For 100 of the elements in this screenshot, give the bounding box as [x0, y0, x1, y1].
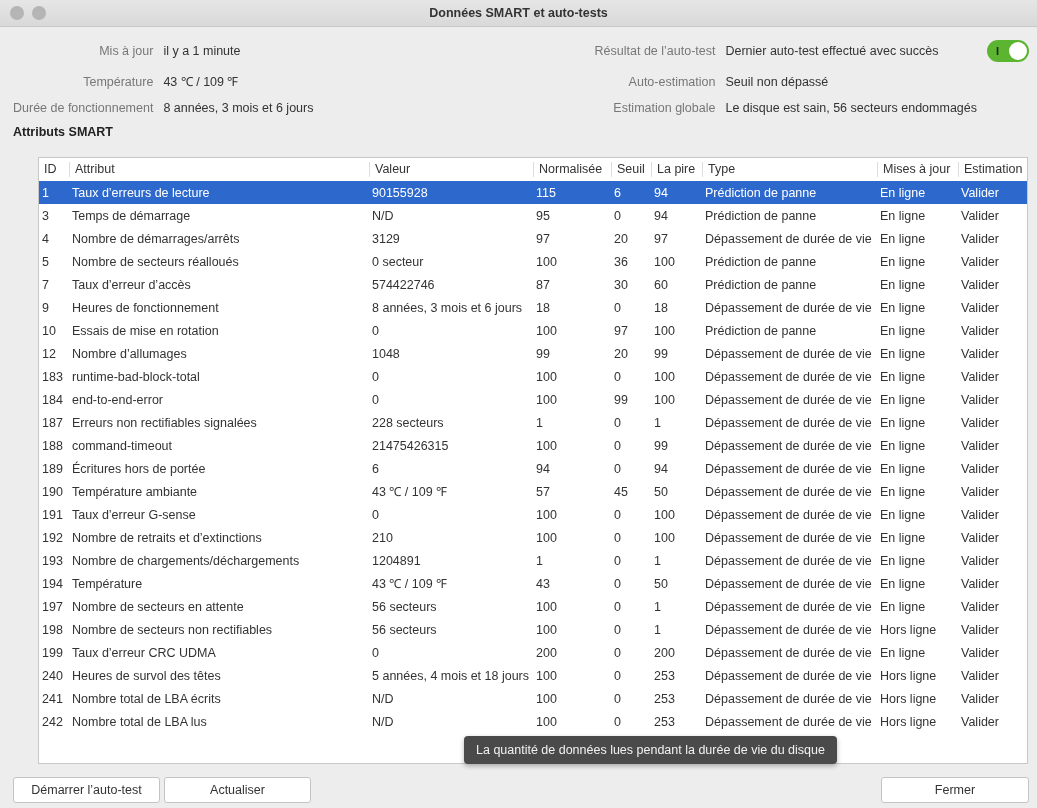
table-cell-text: 253 [653, 691, 676, 706]
column-header[interactable]: Attribut [69, 162, 369, 177]
table-cell-text: Température ambiante [71, 484, 199, 499]
table-cell-text: 20 [613, 346, 629, 361]
column-header[interactable]: Estimation [958, 162, 1027, 177]
table-cell-text: 5 [41, 254, 50, 269]
table-cell-text: Taux d’erreur G-sense [71, 507, 197, 522]
table-row[interactable]: 240 Heures de survol des têtes 5 années, 4 mois et 18 jours 100 0 253 Dépassement de durée de vie Hors ligne Valider [39, 664, 1027, 687]
action-button[interactable]: Actualiser [164, 777, 311, 803]
table-row[interactable]: 184 end-to-end-error 0 100 99 100 Dépassement de durée de vie En ligne Valider [39, 388, 1027, 411]
column-header[interactable]: Mises à jour [877, 162, 958, 177]
action-button[interactable]: Démarrer l’auto-test [13, 777, 160, 803]
table-cell-text: 36 [613, 254, 629, 269]
table-cell-text: 0 [613, 576, 622, 591]
table-cell-text: En ligne [879, 484, 927, 499]
table-cell-text: En ligne [879, 369, 927, 384]
table-cell-text: En ligne [879, 323, 927, 338]
table-cell-text: Nombre total de LBA écrits [71, 691, 222, 706]
window-button[interactable] [32, 6, 46, 20]
window-button[interactable] [10, 6, 24, 20]
table-cell-text: 8 années, 3 mois et 6 jours [371, 300, 524, 315]
table-cell-text: 100 [535, 438, 558, 453]
table-cell-text: 1 [653, 415, 662, 430]
table-cell-text: 100 [653, 392, 676, 407]
table-cell-text: 57 [535, 484, 551, 499]
table-row[interactable]: 193 Nombre de chargements/déchargements 1204891 1 0 1 Dépassement de durée de vie En ligne Valider [39, 549, 1027, 572]
table-cell-text: 241 [41, 691, 64, 706]
table-row[interactable]: 5 Nombre de secteurs réalloués 0 secteur 100 36 100 Prédiction de panne En ligne Valider [39, 250, 1027, 273]
table-cell-text: 4 [41, 231, 50, 246]
table-cell-text: N/D [371, 691, 395, 706]
table-cell-text: 0 [613, 622, 622, 637]
table-cell-text: 191 [41, 507, 64, 522]
table-row[interactable]: 7 Taux d’erreur d’accès 574422746 87 30 60 Prédiction de panne En ligne Valider [39, 273, 1027, 296]
table-cell-text: 50 [653, 576, 669, 591]
table-cell-text: Dépassement de durée de vie [704, 576, 873, 591]
table-row[interactable]: 3 Temps de démarrage N/D 95 0 94 Prédiction de panne En ligne Valider [39, 204, 1027, 227]
table-cell-text: Prédiction de panne [704, 185, 818, 200]
table-row[interactable]: 197 Nombre de secteurs en attente 56 secteurs 100 0 1 Dépassement de durée de vie En ligne Valider [39, 595, 1027, 618]
table-cell-text: Heures de fonctionnement [71, 300, 220, 315]
table-cell-text: Dépassement de durée de vie [704, 599, 873, 614]
table-cell-text: N/D [371, 208, 395, 223]
table-cell-text: 198 [41, 622, 64, 637]
table-cell-text: Taux d’erreur d’accès [71, 277, 192, 292]
field-value: 43 ℃ / 109 ℉ [163, 74, 240, 90]
table-cell-text: 43 [535, 576, 551, 591]
table-cell-text: N/D [371, 714, 395, 729]
table-cell-text: Valider [960, 277, 1000, 292]
table-row[interactable]: 199 Taux d’erreur CRC UDMA 0 200 0 200 Dépassement de durée de vie En ligne Valider [39, 641, 1027, 664]
table-cell-text: Nombre total de LBA lus [71, 714, 208, 729]
table-row[interactable]: 242 Nombre total de LBA lus N/D 100 0 253 Dépassement de durée de vie Hors ligne Valider [39, 710, 1027, 733]
table-cell-text: Valider [960, 369, 1000, 384]
close-button[interactable]: Fermer [881, 777, 1029, 803]
column-header[interactable]: La pire [651, 162, 702, 177]
toggle-switch[interactable]: I [987, 40, 1029, 62]
table-row[interactable]: 198 Nombre de secteurs non rectifiables 56 secteurs 100 0 1 Dépassement de durée de vie Hors ligne Valider [39, 618, 1027, 641]
table-cell-text: Valider [960, 185, 1000, 200]
table-row[interactable]: 188 command-timeout 21475426315 100 0 99 Dépassement de durée de vie En ligne Valider [39, 434, 1027, 457]
table-row[interactable]: 241 Nombre total de LBA écrits N/D 100 0 253 Dépassement de durée de vie Hors ligne Valider [39, 687, 1027, 710]
table-cell-text: Dépassement de durée de vie [704, 530, 873, 545]
table-cell-text: Nombre de démarrages/arrêts [71, 231, 241, 246]
table-row[interactable]: 189 Écritures hors de portée 6 94 0 94 Dépassement de durée de vie En ligne Valider [39, 457, 1027, 480]
table-cell-text: 200 [653, 645, 676, 660]
table-row[interactable]: 187 Erreurs non rectifiables signalées 228 secteurs 1 0 1 Dépassement de durée de vie En ligne Valider [39, 411, 1027, 434]
table-cell-text: 18 [653, 300, 669, 315]
table-row[interactable]: 192 Nombre de retraits et d’extinctions 210 100 0 100 Dépassement de durée de vie En ligne Valider [39, 526, 1027, 549]
table-cell-text: 0 [613, 668, 622, 683]
column-header[interactable]: Valeur [369, 162, 533, 177]
table-cell-text: 100 [653, 530, 676, 545]
table-cell-text: Dépassement de durée de vie [704, 461, 873, 476]
table-cell-text: 0 [613, 599, 622, 614]
table-cell-text: 0 secteur [371, 254, 425, 269]
table-cell-text: end-to-end-error [71, 392, 164, 407]
table-cell-text: 12 [41, 346, 57, 361]
column-header[interactable]: Normalisée [533, 162, 611, 177]
table-cell-text: 100 [535, 668, 558, 683]
field-value: il y a 1 minute [163, 44, 242, 58]
table-row[interactable]: 12 Nombre d’allumages 1048 99 20 99 Dépassement de durée de vie En ligne Valider [39, 342, 1027, 365]
table-cell-text: 115 [535, 185, 557, 200]
column-header[interactable]: Seuil [611, 162, 651, 177]
table-row[interactable]: 190 Température ambiante 43 ℃ / 109 ℉ 57 45 50 Dépassement de durée de vie En ligne Valider [39, 480, 1027, 503]
table-row[interactable]: 183 runtime-bad-block-total 0 100 0 100 Dépassement de durée de vie En ligne Valider [39, 365, 1027, 388]
table-cell-text: 193 [41, 553, 64, 568]
table-cell-text: 99 [613, 392, 629, 407]
table-cell-text: 30 [613, 277, 629, 292]
table-cell-text: En ligne [879, 599, 927, 614]
table-row[interactable]: 191 Taux d’erreur G-sense 0 100 0 100 Dépassement de durée de vie En ligne Valider [39, 503, 1027, 526]
table-row[interactable]: 194 Température 43 ℃ / 109 ℉ 43 0 50 Dépassement de durée de vie En ligne Valider [39, 572, 1027, 595]
field-label: Durée de fonctionnement [13, 101, 154, 115]
table-cell-text: 574422746 [371, 277, 436, 292]
table-cell-text: 97 [653, 231, 669, 246]
table-row[interactable]: 1 Taux d’erreurs de lecture 90155928 115 6 94 Prédiction de panne En ligne Valider [39, 181, 1027, 204]
table-cell-text: 100 [535, 392, 558, 407]
table-row[interactable]: 4 Nombre de démarrages/arrêts 3129 97 20 97 Dépassement de durée de vie En ligne Valider [39, 227, 1027, 250]
table-cell-text: Dépassement de durée de vie [704, 484, 873, 499]
table-cell-text: Valider [960, 254, 1000, 269]
table-cell-text: Dépassement de durée de vie [704, 714, 873, 729]
column-header[interactable]: ID [39, 162, 69, 177]
table-row[interactable]: 9 Heures de fonctionnement 8 années, 3 mois et 6 jours 18 0 18 Dépassement de durée de vie En ligne Valider [39, 296, 1027, 319]
table-row[interactable]: 10 Essais de mise en rotation 0 100 97 100 Prédiction de panne En ligne Valider [39, 319, 1027, 342]
column-header[interactable]: Type [702, 162, 877, 177]
